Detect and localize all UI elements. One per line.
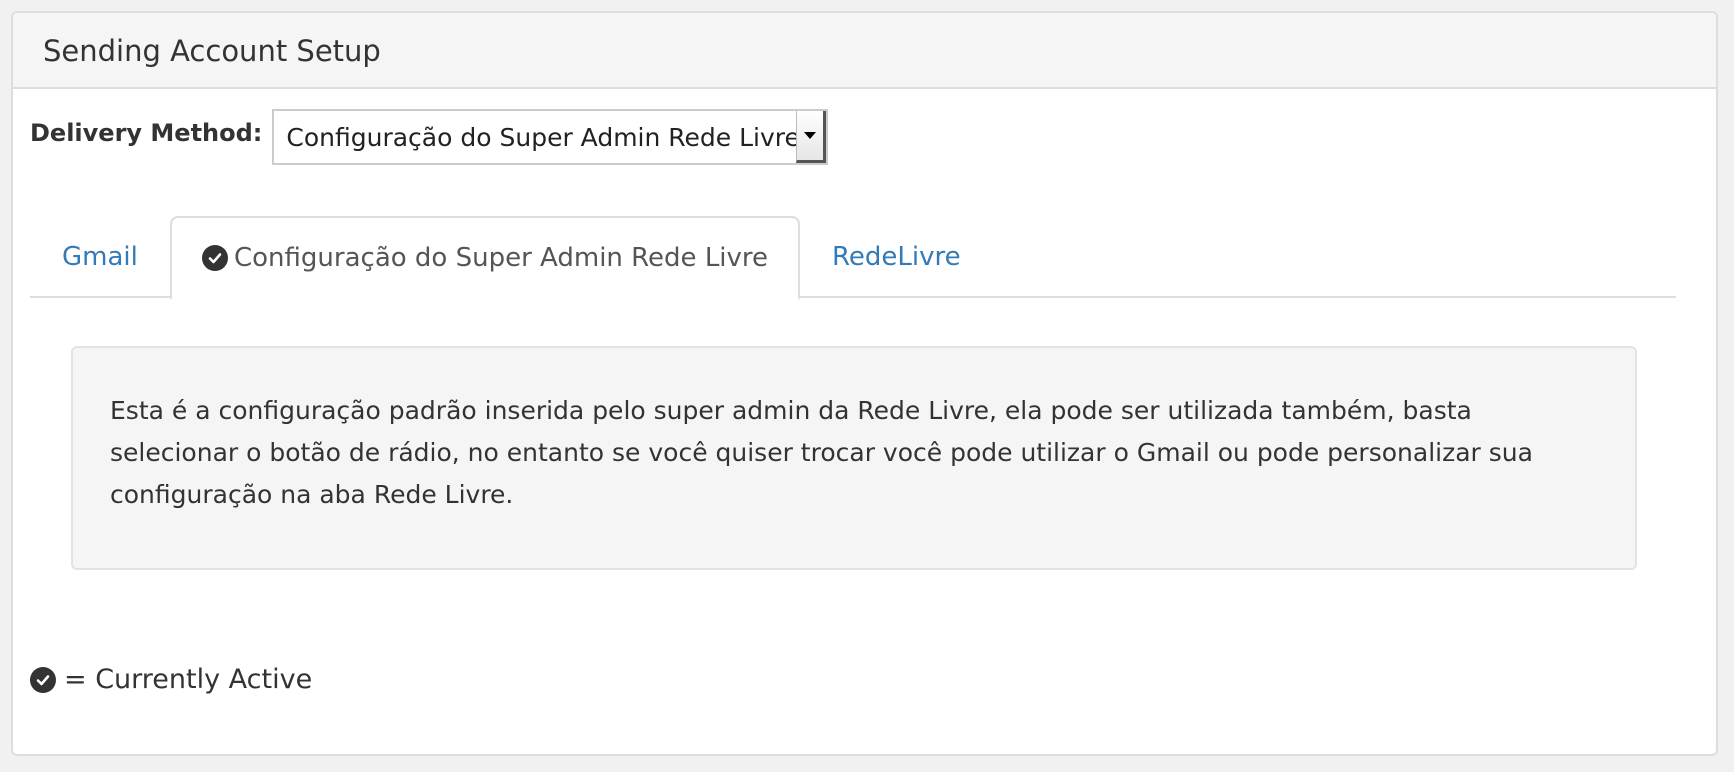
delivery-method-row: Delivery Method: Configuração do Super A… [30, 109, 829, 165]
tab-super-admin-config[interactable]: Configuração do Super Admin Rede Livre [170, 216, 801, 300]
select-arrow-button[interactable] [796, 111, 827, 163]
tab-label: Configuração do Super Admin Rede Livre [234, 243, 769, 273]
config-description-well: Esta é a configuração padrão inserida pe… [71, 346, 1637, 570]
tab-label: RedeLivre [832, 242, 961, 272]
delivery-tabs: Gmail Configuração do Super Admin Rede L… [30, 206, 1676, 300]
config-description-text: Esta é a configuração padrão inserida pe… [110, 396, 1533, 509]
caret-down-icon [804, 132, 817, 139]
tab-redelivre[interactable]: RedeLivre [800, 216, 993, 298]
delivery-method-selected-value: Configuração do Super Admin Rede Livre [286, 122, 800, 152]
panel-heading: Sending Account Setup [13, 13, 1716, 89]
legend-text: = Currently Active [64, 664, 313, 695]
tab-gmail[interactable]: Gmail [30, 216, 170, 298]
active-legend: = Currently Active [30, 664, 312, 695]
panel-title: Sending Account Setup [43, 34, 381, 68]
delivery-method-label: Delivery Method: [30, 119, 263, 147]
check-circle-icon [202, 245, 228, 271]
delivery-method-select[interactable]: Configuração do Super Admin Rede Livre [272, 109, 829, 165]
check-circle-icon [30, 666, 56, 693]
tab-label: Gmail [62, 242, 138, 272]
